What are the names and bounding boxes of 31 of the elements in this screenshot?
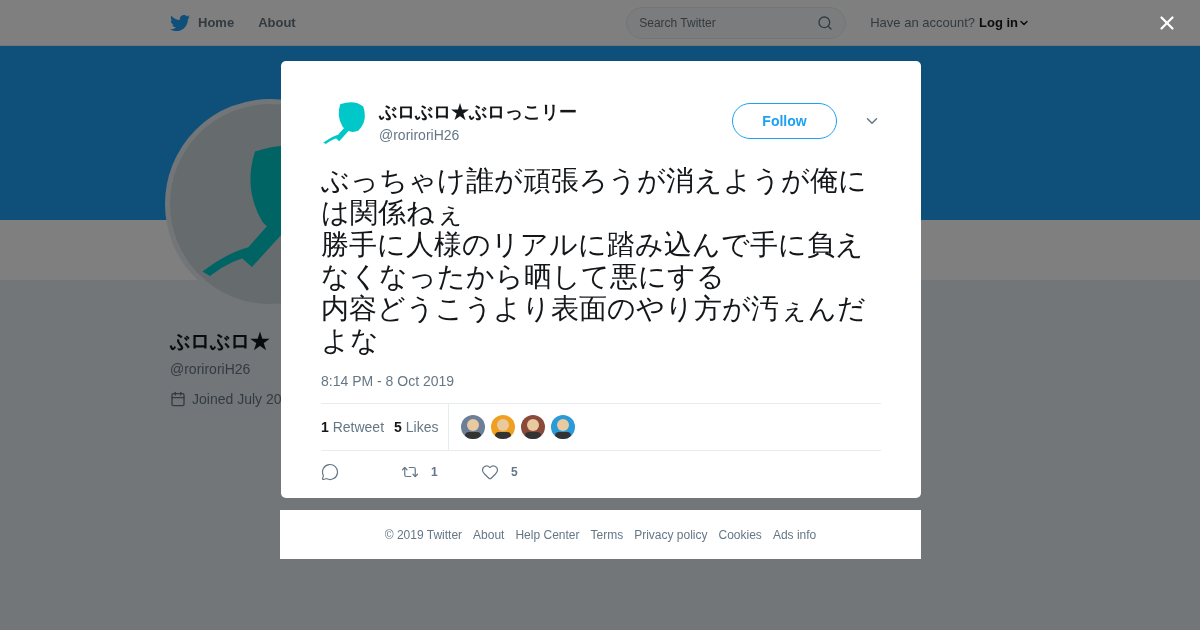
calendar-icon — [170, 391, 186, 407]
tweet-text: ぶっちゃけ誰が頑張ろうが消えようが俺には関係ねぇ — [321, 165, 868, 229]
stat-link[interactable]: 5 Likes — [394, 419, 439, 435]
stat-link[interactable]: 1 Retweet — [321, 419, 385, 435]
footer-link[interactable]: Cookies — [718, 527, 762, 542]
search-field[interactable]: Search Twitter — [626, 6, 847, 39]
user-name: ぶロぶロ★ぶロっこリー — [379, 100, 577, 124]
profile-handle: @roriroriH26 — [170, 361, 252, 377]
joined-date: Joined July 20 — [170, 391, 282, 407]
footer-link[interactable]: Help Center — [515, 527, 580, 542]
nav-link[interactable]: About — [258, 15, 296, 30]
profile-name: ぶロぶロ★ — [170, 329, 271, 354]
reply-icon — [321, 463, 339, 481]
like-button[interactable]: 5 — [481, 463, 561, 481]
bird-icon — [170, 12, 190, 33]
user-handle: @roriroriH26 — [379, 126, 461, 143]
retweet-button[interactable]: 1 — [401, 463, 481, 481]
login-link[interactable]: Log in — [979, 15, 1030, 30]
footer-link[interactable]: About — [473, 527, 505, 542]
footer-link[interactable]: © 2019 Twitter — [384, 527, 463, 542]
nav-link[interactable]: Home — [170, 12, 235, 33]
footer-link[interactable]: Ads info — [772, 527, 817, 542]
account-prompt: Have an account? — [870, 15, 975, 30]
search-icon — [817, 14, 834, 31]
like-icon — [481, 463, 499, 481]
tweet-text: 内容どうこうより表面のやり方が汚ぇんだよな — [321, 293, 867, 357]
footer-link[interactable]: Privacy policy — [634, 527, 708, 542]
tweet-text: 勝手に人様のリアルに踏み込んで手に負えなくなったから晒して悪にする — [321, 229, 865, 293]
footer-link[interactable]: Terms — [590, 527, 624, 542]
tweet-time: 8:14 PM - 8 Oct 2019 — [321, 373, 456, 389]
follow-button[interactable]: Follow — [732, 103, 837, 139]
